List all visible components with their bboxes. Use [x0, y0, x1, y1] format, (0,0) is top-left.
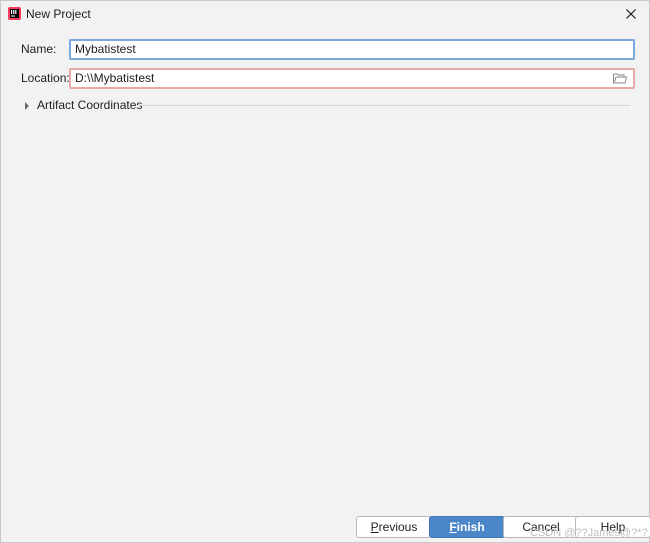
previous-mnemonic: P: [370, 520, 379, 534]
intellij-idea-icon: [8, 7, 21, 20]
chevron-right-icon: [23, 100, 31, 110]
dialog-title: New Project: [26, 7, 91, 21]
close-icon[interactable]: [623, 6, 639, 22]
name-input[interactable]: [69, 39, 635, 60]
location-label: Location:: [21, 71, 70, 85]
name-label: Name:: [21, 42, 57, 56]
new-project-dialog: New Project Name: Location: Artifact Coo…: [0, 0, 650, 543]
title-bar: New Project: [1, 1, 649, 28]
previous-label: revious: [378, 520, 418, 534]
location-input[interactable]: [69, 68, 635, 89]
watermark: CSDN @??James@?*?: [530, 527, 648, 539]
artifact-coordinates-label: Artifact Coordinates: [37, 98, 143, 112]
finish-button[interactable]: Finish: [429, 516, 505, 538]
section-divider: [137, 105, 630, 106]
finish-mnemonic: F: [449, 520, 457, 534]
folder-icon[interactable]: [613, 72, 628, 84]
finish-label: inish: [456, 520, 485, 534]
previous-button[interactable]: Previous: [356, 516, 432, 538]
artifact-coordinates-toggle[interactable]: Artifact Coordinates: [23, 97, 631, 113]
